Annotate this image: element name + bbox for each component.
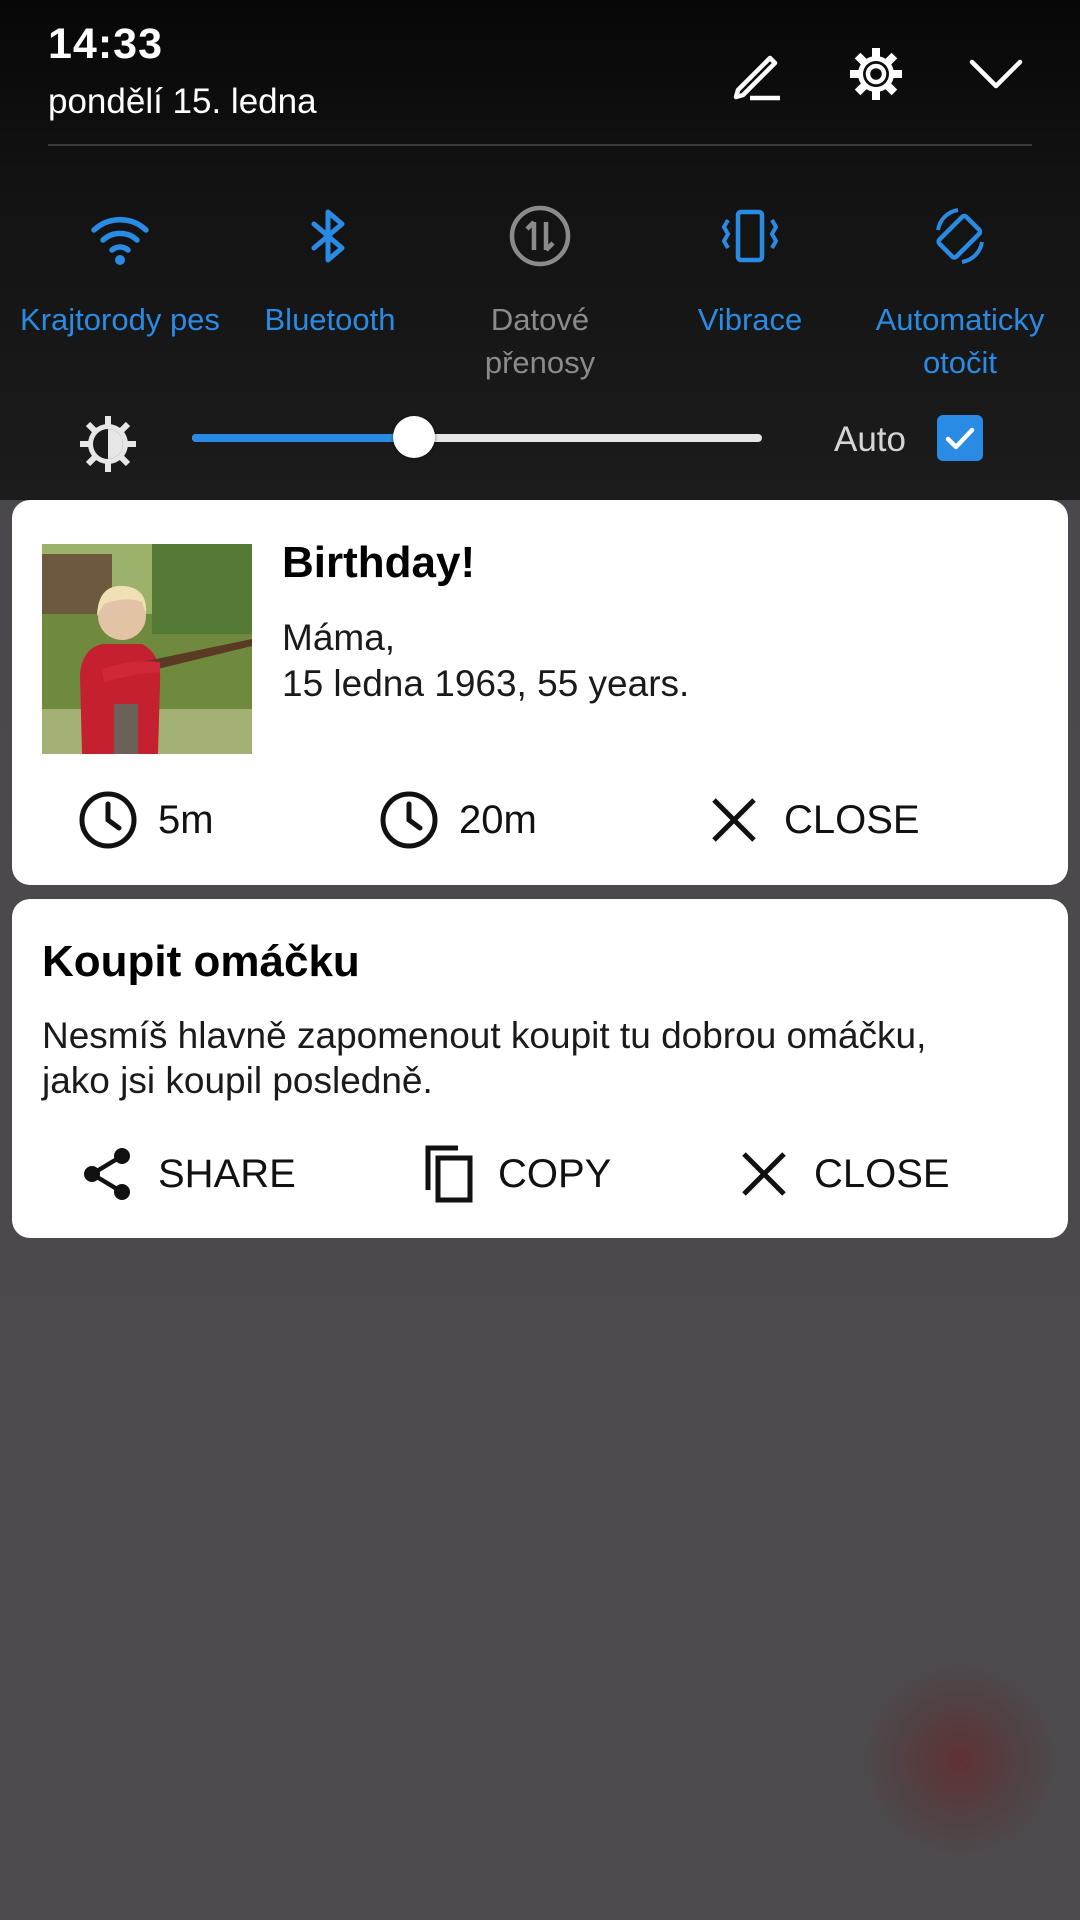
notification-title: Koupit omáčku: [42, 937, 360, 986]
notification-body-line2: 15 ledna 1963, 55 years.: [282, 663, 690, 704]
snooze-5m-label: 5m: [158, 797, 214, 842]
qs-label-vibrate: Vibrace: [697, 302, 803, 337]
notification-body-line2: jako jsi koupil posledně.: [42, 1060, 433, 1101]
mobile-data-icon: [509, 205, 571, 267]
birthday-notification-card[interactable]: Birthday! Máma, 15 ledna 1963, 55 years.…: [12, 500, 1068, 885]
settings-gear-icon[interactable]: [844, 42, 908, 106]
qs-label-auto-rotate: Automaticky otočit: [875, 302, 1045, 380]
qs-label-wifi: Krajtorody pes: [20, 302, 220, 337]
reminder-notification-card[interactable]: Koupit omáčku Nesmíš hlavně zapomenout k…: [12, 899, 1068, 1238]
snooze-5m-button[interactable]: 5m: [76, 788, 214, 852]
brightness-icon: [80, 416, 136, 472]
vibrate-icon: [721, 209, 779, 263]
notification-body-line1: Nesmíš hlavně zapomenout koupit tu dobro…: [42, 1015, 927, 1056]
wifi-icon: [91, 216, 149, 265]
copy-button[interactable]: COPY: [416, 1142, 611, 1206]
collapse-chevron-icon[interactable]: [964, 42, 1028, 106]
snooze-20m-label: 20m: [459, 797, 537, 842]
edit-icon[interactable]: [724, 42, 788, 106]
close-icon: [742, 1152, 786, 1196]
copy-label: COPY: [498, 1151, 612, 1196]
clock-icon: [79, 791, 137, 849]
copy-icon: [425, 1145, 473, 1203]
brightness-slider-fill: [192, 434, 415, 442]
status-date: pondělí 15. ledna: [48, 82, 317, 121]
qs-tile-vibrate[interactable]: Vibrace: [642, 200, 858, 341]
close-button[interactable]: CLOSE: [732, 1142, 950, 1206]
auto-brightness-checkbox[interactable]: [937, 415, 983, 461]
touch-indicator: [860, 1660, 1060, 1860]
close-button[interactable]: CLOSE: [702, 788, 920, 852]
qs-label-bluetooth: Bluetooth: [264, 302, 396, 337]
share-button[interactable]: SHARE: [76, 1142, 296, 1206]
qs-label-mobile-data: Datové přenosy: [484, 302, 596, 380]
notification-body-line1: Máma,: [282, 617, 396, 658]
auto-brightness-label: Auto: [834, 420, 906, 459]
qs-tile-wifi[interactable]: Krajtorody pes: [12, 200, 228, 341]
auto-rotate-icon: [936, 208, 984, 264]
close-label: CLOSE: [814, 1151, 950, 1196]
clock-time: 14:33: [48, 20, 163, 68]
qs-tile-auto-rotate[interactable]: Automaticky otočit: [852, 200, 1068, 384]
close-label: CLOSE: [784, 797, 920, 842]
share-icon: [84, 1148, 130, 1200]
notification-thumbnail-image: [42, 544, 252, 754]
close-icon: [712, 798, 756, 842]
notification-title: Birthday!: [282, 538, 476, 587]
header-divider: [48, 144, 1032, 146]
bluetooth-icon: [311, 209, 345, 263]
qs-tile-bluetooth[interactable]: Bluetooth: [222, 200, 438, 341]
brightness-slider-thumb[interactable]: [393, 416, 436, 458]
qs-tile-mobile-data[interactable]: Datové přenosy: [432, 200, 648, 384]
clock-icon: [380, 791, 438, 849]
share-label: SHARE: [158, 1151, 296, 1196]
snooze-20m-button[interactable]: 20m: [377, 788, 537, 852]
brightness-slider[interactable]: [192, 416, 762, 458]
